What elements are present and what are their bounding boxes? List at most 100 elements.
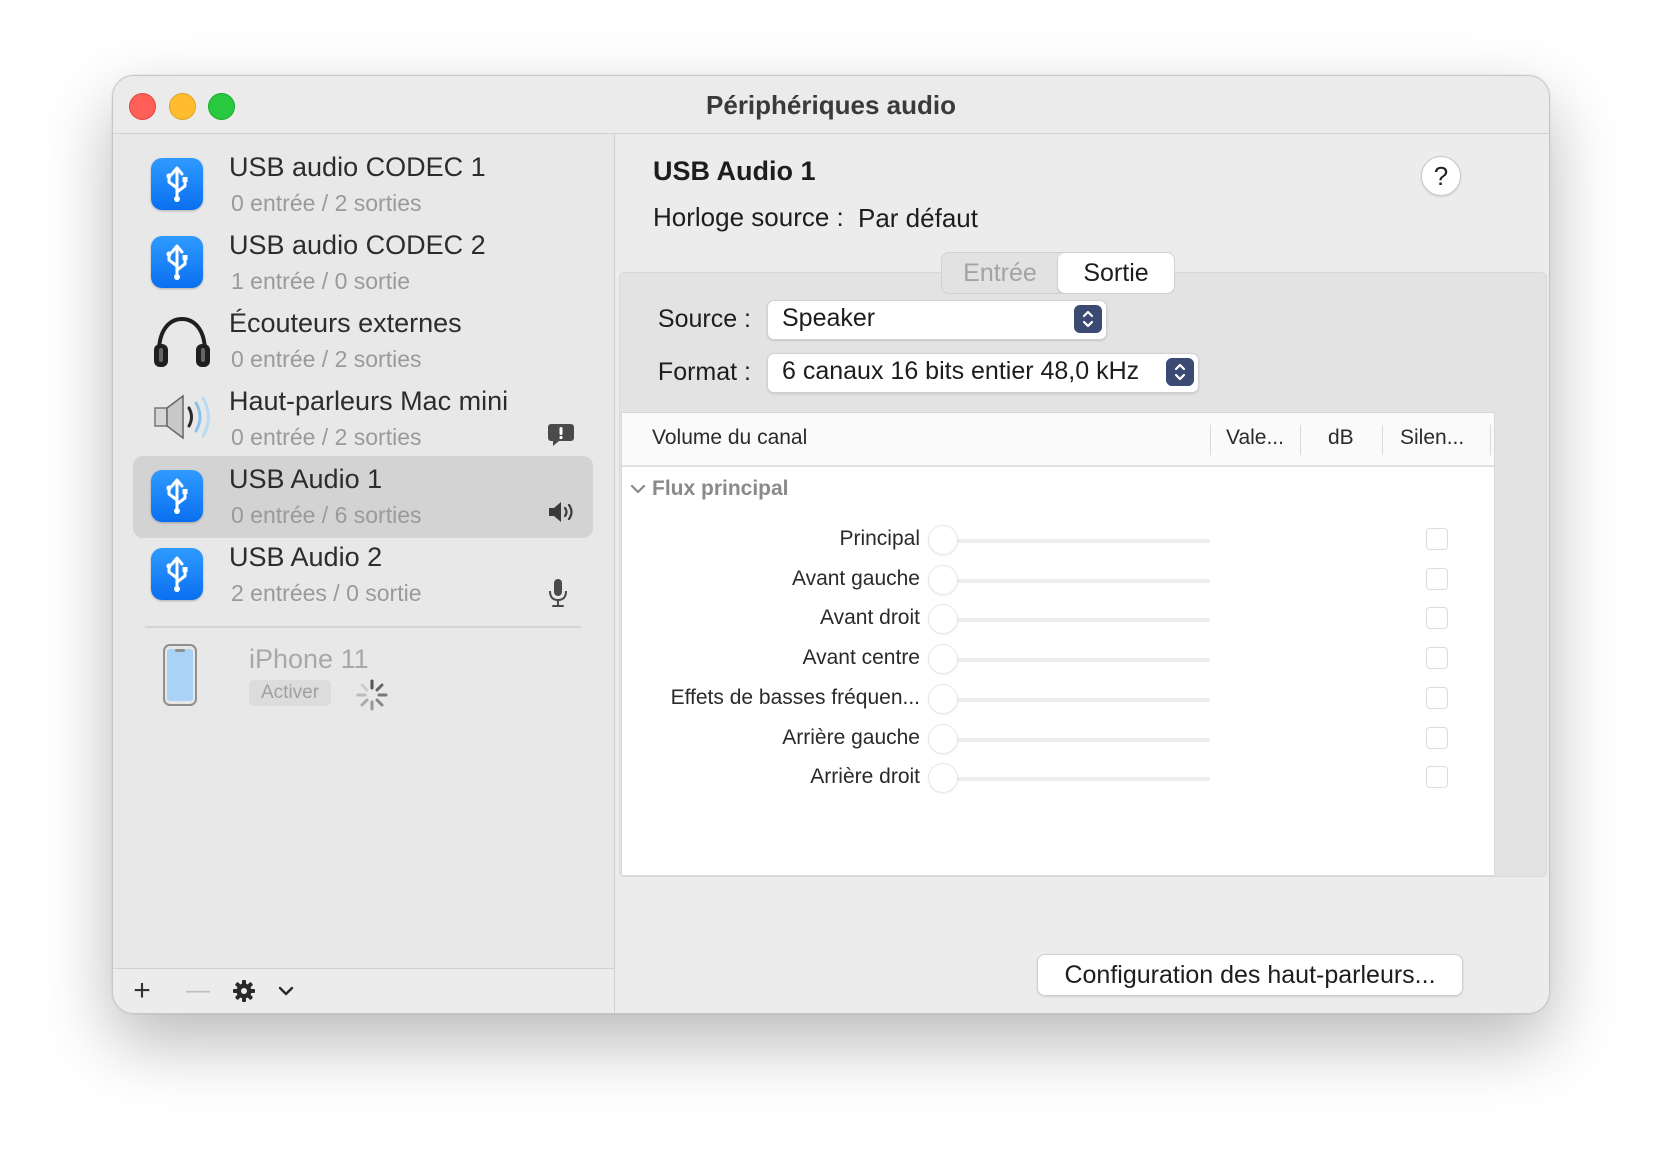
- device-name: USB audio CODEC 2: [229, 230, 486, 260]
- channel-label: Avant gauche: [791, 566, 920, 590]
- column-header-mute[interactable]: Silen...: [1400, 426, 1464, 450]
- device-channels: 0 entrée / 6 sorties: [231, 502, 422, 528]
- tab-input[interactable]: Entrée: [942, 253, 1058, 293]
- mute-checkbox[interactable]: [1426, 567, 1448, 590]
- chevron-down-icon[interactable]: [271, 973, 301, 1009]
- volume-slider-knob[interactable]: [928, 525, 958, 555]
- column-separator: [1490, 425, 1491, 455]
- device-row-iphone[interactable]: iPhone 11 Activer: [133, 634, 593, 716]
- remove-device-button[interactable]: —: [183, 973, 213, 1009]
- volume-slider-track[interactable]: [930, 777, 1210, 782]
- format-value: 6 canaux 16 bits entier 48,0 kHz: [782, 357, 1140, 385]
- loading-spinner-icon: [355, 678, 389, 712]
- configure-speakers-button[interactable]: Configuration des haut-parleurs...: [1037, 954, 1463, 996]
- channel-label: Arrière droit: [810, 765, 920, 789]
- device-row[interactable]: USB audio CODEC 1 0 entrée / 2 sorties: [133, 144, 593, 226]
- updown-chevron-icon: [1166, 358, 1194, 386]
- sidebar-toolbar: + —: [113, 968, 614, 1013]
- column-separator: [1300, 425, 1301, 455]
- updown-chevron-icon: [1074, 305, 1102, 333]
- title-bar: Périphériques audio: [113, 76, 1549, 134]
- headphones-icon: [151, 314, 210, 368]
- volume-slider-knob[interactable]: [928, 683, 958, 714]
- mute-checkbox[interactable]: [1426, 766, 1448, 789]
- usb-icon: [151, 470, 205, 524]
- source-value: Speaker: [782, 304, 876, 332]
- usb-icon: [151, 158, 205, 212]
- column-separator: [1210, 425, 1211, 455]
- sidebar-divider: [145, 626, 581, 628]
- table-header: Volume du canal Vale... dB Silen...: [622, 413, 1494, 467]
- channel-label: Avant centre: [802, 646, 920, 670]
- device-row[interactable]: Écouteurs externes 0 entrée / 2 sorties: [133, 300, 593, 382]
- usb-icon: [151, 236, 205, 290]
- mute-checkbox[interactable]: [1426, 686, 1448, 709]
- clock-source-value[interactable]: Par défaut: [858, 203, 978, 234]
- device-channels: 0 entrée / 2 sorties: [231, 424, 422, 450]
- channel-label: Effets de basses fréquen...: [670, 685, 920, 709]
- volume-slider-track[interactable]: [930, 618, 1210, 623]
- device-name: Écouteurs externes: [229, 308, 462, 338]
- device-title: USB Audio 1: [653, 156, 816, 186]
- channel-row: Avant gauche: [622, 563, 1494, 599]
- device-sidebar: USB audio CODEC 10 entrée / 2 sorties USB…: [113, 134, 615, 1013]
- device-name: USB audio CODEC 1: [229, 152, 486, 182]
- usb-icon: [151, 548, 205, 602]
- group-label: Flux principal: [652, 477, 789, 500]
- activate-iphone-button[interactable]: Activer: [249, 680, 332, 706]
- device-row[interactable]: USB Audio 2 2 entrées / 0 sortie: [133, 534, 593, 616]
- volume-slider-knob[interactable]: [928, 604, 958, 635]
- help-button[interactable]: ?: [1421, 156, 1461, 196]
- speaker-volume-icon: [547, 500, 577, 530]
- channel-row: Arrière gauche: [622, 722, 1494, 758]
- volume-slider-track[interactable]: [930, 578, 1210, 583]
- device-channels: 0 entrée / 2 sorties: [231, 190, 422, 216]
- tab-output[interactable]: Sortie: [1058, 253, 1174, 293]
- channel-row: Arrière droit: [622, 761, 1494, 797]
- speaker-icon: [151, 392, 210, 446]
- device-channels: 1 entrée / 0 sortie: [231, 268, 410, 294]
- mute-checkbox[interactable]: [1426, 607, 1448, 630]
- iphone-name: iPhone 11: [249, 644, 369, 674]
- source-popup[interactable]: Speaker: [767, 300, 1107, 340]
- microphone-icon: [547, 578, 577, 608]
- gear-icon[interactable]: [229, 973, 259, 1009]
- mute-checkbox[interactable]: [1426, 726, 1448, 749]
- add-device-button[interactable]: +: [127, 973, 157, 1009]
- volume-slider-knob[interactable]: [928, 763, 958, 794]
- mute-checkbox[interactable]: [1426, 647, 1448, 670]
- column-header-db[interactable]: dB: [1328, 426, 1354, 450]
- window-title: Périphériques audio: [706, 90, 956, 120]
- volume-slider-knob[interactable]: [928, 564, 958, 595]
- source-label: Source :: [657, 305, 751, 333]
- group-row-main-stream[interactable]: Flux principal: [630, 477, 789, 501]
- channel-label: Principal: [839, 527, 920, 550]
- mute-checkbox[interactable]: [1426, 528, 1448, 550]
- audio-devices-window: Périphériques audio USB audio CODEC 1 0 e…: [112, 75, 1550, 1014]
- volume-slider-track[interactable]: [930, 658, 1210, 663]
- device-name: USB Audio 1: [229, 464, 383, 494]
- channel-row: Effets de basses fréquen...: [622, 682, 1494, 718]
- column-header-value[interactable]: Vale...: [1226, 426, 1284, 450]
- device-row[interactable]: Haut-parleurs Mac mini 0 entrée / 2 sorti…: [133, 378, 593, 460]
- channel-label: Arrière gauche: [782, 725, 920, 749]
- disclosure-chevron-icon: [630, 485, 646, 494]
- iphone-icon: [163, 644, 217, 706]
- channel-row: Avant droit: [622, 602, 1494, 638]
- device-row[interactable]: USB audio CODEC 2 1 entrée / 0 sortie: [133, 222, 593, 304]
- volume-slider-track[interactable]: [930, 697, 1210, 702]
- volume-slider-knob[interactable]: [928, 644, 958, 675]
- device-channels: 2 entrées / 0 sortie: [231, 580, 422, 606]
- device-name: USB Audio 2: [229, 542, 383, 572]
- volume-slider-track[interactable]: [930, 737, 1210, 742]
- column-header-volume[interactable]: Volume du canal: [652, 426, 807, 450]
- input-output-segmented-control: Entrée Sortie: [941, 252, 1175, 294]
- clock-source-label: Horloge source :: [653, 202, 844, 232]
- format-popup[interactable]: 6 canaux 16 bits entier 48,0 kHz: [767, 353, 1199, 393]
- device-row[interactable]: USB Audio 1 0 entrée / 6 sorties: [133, 456, 593, 538]
- alert-bubble-icon: [547, 422, 577, 452]
- volume-slider-track[interactable]: [930, 539, 1210, 543]
- volume-slider-knob[interactable]: [928, 723, 958, 754]
- device-detail-pane: USB Audio 1 Horloge source : Par défaut …: [615, 134, 1549, 1013]
- channel-volume-table: Volume du canal Vale... dB Silen... Flux…: [621, 412, 1495, 876]
